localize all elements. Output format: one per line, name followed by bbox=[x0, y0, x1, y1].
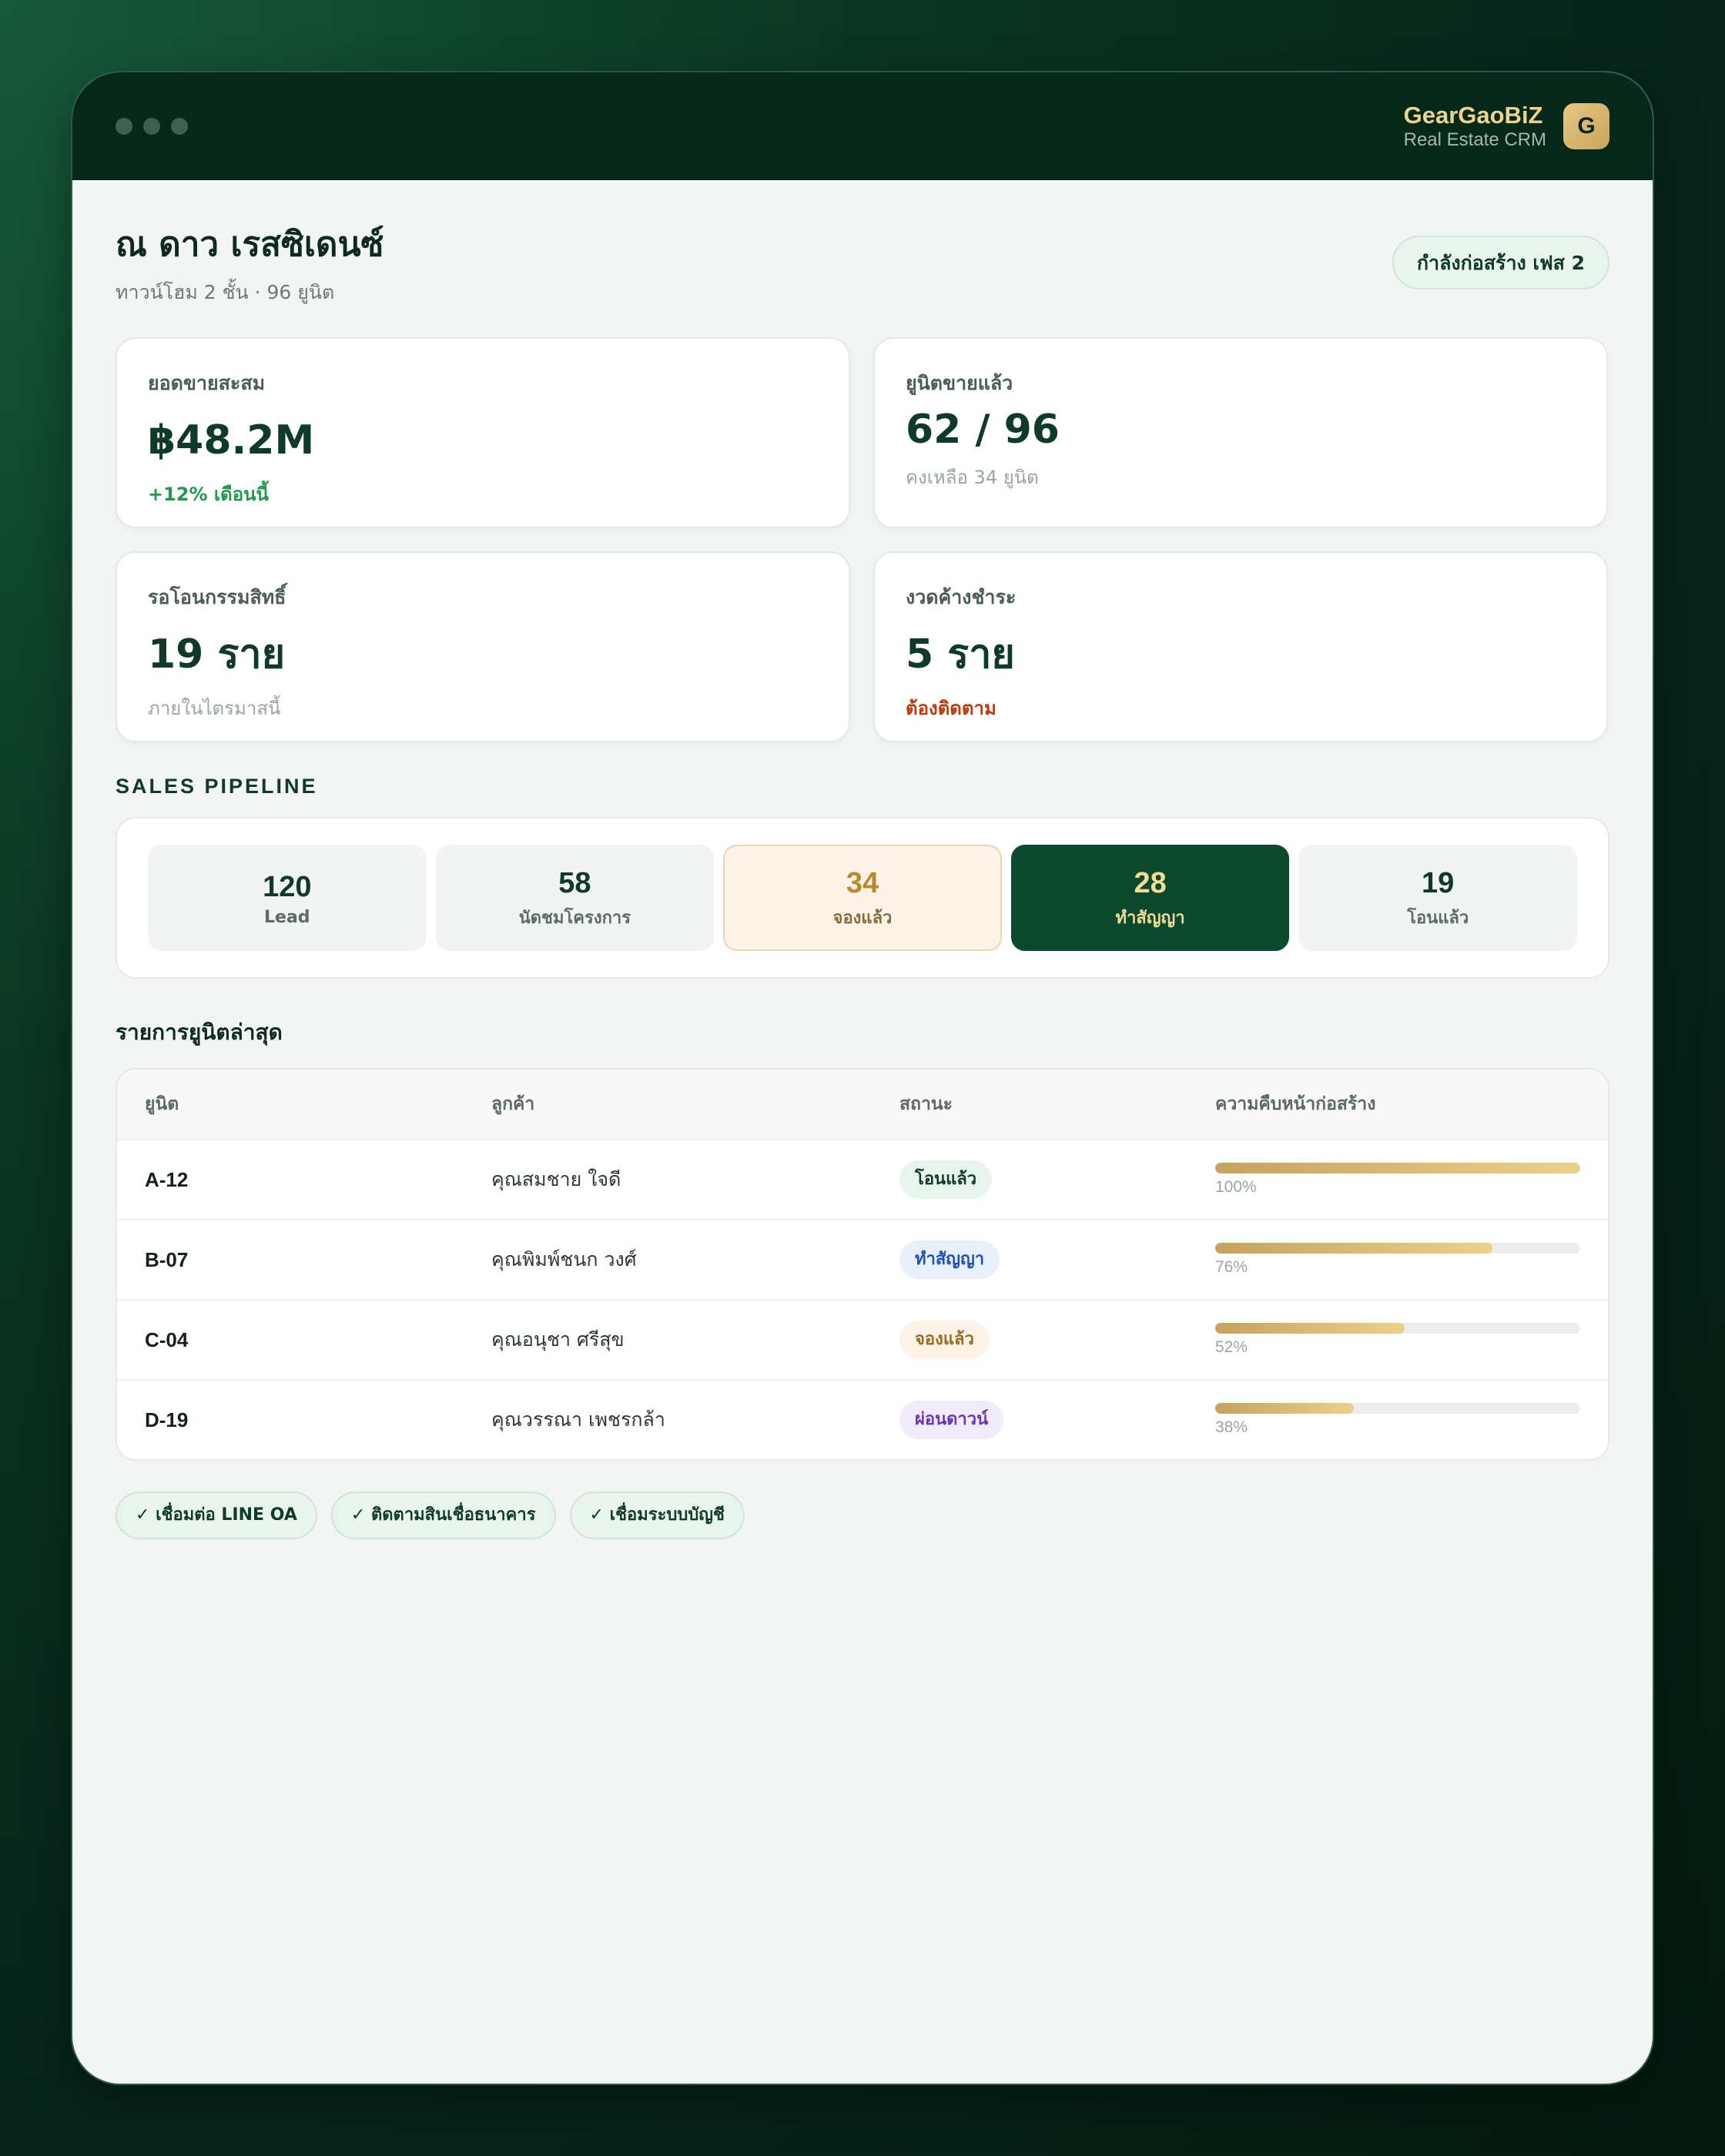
sales-pipeline: 120 Lead 58 นัดชมโครงการ 34 จองแล้ว 28 ท… bbox=[116, 817, 1609, 979]
brand-name: GearGaoBiZ bbox=[1403, 102, 1543, 129]
units-table: ยูนิต ลูกค้า สถานะ ความคืบหน้าก่อสร้าง A… bbox=[116, 1068, 1609, 1461]
stage-label: ทำสัญญา bbox=[1115, 908, 1185, 928]
stage-label: Lead bbox=[264, 907, 310, 927]
kpi-note: คงเหลือ 34 ยูนิต bbox=[906, 467, 1039, 488]
progress-fill bbox=[1215, 1403, 1355, 1414]
kpi-label: รอโอนกรรมสิทธิ์ bbox=[148, 586, 286, 608]
table-row[interactable]: C-04 คุณอนุชา ศรีสุข จองแล้ว 52% bbox=[117, 1299, 1608, 1379]
phase-status-badge: กำลังก่อสร้าง เฟส 2 bbox=[1392, 236, 1609, 290]
customer-name: คุณสมชาย ใจดี bbox=[491, 1168, 621, 1190]
table-row[interactable]: A-12 คุณสมชาย ใจดี โอนแล้ว 100% bbox=[117, 1139, 1608, 1219]
kpi-card-pending-transfer[interactable]: รอโอนกรรมสิทธิ์ 19 ราย ภายในไตรมาสนี้ bbox=[116, 551, 850, 742]
close-window-dot[interactable] bbox=[116, 118, 132, 135]
progress-percent: 38% bbox=[1215, 1418, 1248, 1436]
pipeline-stage-site-visit[interactable]: 58 นัดชมโครงการ bbox=[435, 845, 715, 951]
integration-chip-accounting[interactable]: ✓ เชื่อมระบบบัญชี bbox=[569, 1491, 745, 1539]
unit-id: C-04 bbox=[145, 1327, 189, 1351]
progress-bar bbox=[1215, 1243, 1580, 1254]
unit-id: D-19 bbox=[145, 1408, 189, 1431]
progress-percent: 100% bbox=[1215, 1178, 1257, 1196]
kpi-card-total-sales[interactable]: ยอดขายสะสม ฿48.2M +12% เดือนนี้ bbox=[116, 337, 850, 528]
kpi-value: ฿48.2M bbox=[148, 417, 315, 464]
integration-chip-bank-loan[interactable]: ✓ ติดตามสินเชื่อธนาคาร bbox=[330, 1491, 556, 1539]
kpi-card-units-sold[interactable]: ยูนิตขายแล้ว 62 / 96 คงเหลือ 34 ยูนิต bbox=[873, 337, 1608, 528]
unit-id: B-07 bbox=[145, 1247, 189, 1271]
page-subtitle: ทาวน์โฮม 2 ชั้น · 96 ยูนิต bbox=[116, 281, 335, 303]
stage-count: 19 bbox=[1422, 866, 1455, 899]
brand-subtitle: Real Estate CRM bbox=[1403, 129, 1546, 150]
kpi-value: 62 / 96 bbox=[906, 407, 1060, 453]
customer-name: คุณวรรณา เพชรกล้า bbox=[491, 1408, 665, 1431]
stage-count: 120 bbox=[263, 870, 312, 903]
title-bar: GearGaoBiZ Real Estate CRM G bbox=[72, 72, 1653, 180]
progress-bar bbox=[1215, 1163, 1580, 1173]
kpi-note: +12% เดือนนี้ bbox=[148, 484, 269, 505]
column-header-customer[interactable]: ลูกค้า bbox=[491, 1090, 899, 1118]
status-badge: โอนแล้ว bbox=[899, 1160, 993, 1199]
kpi-value: 19 ราย bbox=[148, 631, 286, 678]
customer-name: คุณพิมพ์ชนก วงศ์ bbox=[491, 1248, 637, 1270]
units-list-title: รายการยูนิตล่าสุด bbox=[116, 1019, 283, 1045]
customer-name: คุณอนุชา ศรีสุข bbox=[491, 1328, 625, 1351]
status-badge: จองแล้ว bbox=[899, 1321, 990, 1359]
stage-count: 34 bbox=[846, 866, 879, 899]
table-row[interactable]: D-19 คุณวรรณา เพชรกล้า ผ่อนดาวน์ 38% bbox=[117, 1379, 1608, 1459]
progress-percent: 76% bbox=[1215, 1258, 1248, 1276]
maximize-window-dot[interactable] bbox=[171, 118, 188, 135]
kpi-note: ภายในไตรมาสนี้ bbox=[148, 698, 281, 719]
unit-id: A-12 bbox=[145, 1167, 189, 1191]
table-header-row: ยูนิต ลูกค้า สถานะ ความคืบหน้าก่อสร้าง bbox=[117, 1070, 1608, 1139]
stage-label: จองแล้ว bbox=[832, 908, 893, 928]
stage-count: 28 bbox=[1134, 866, 1167, 899]
column-header-progress[interactable]: ความคืบหน้าก่อสร้าง bbox=[1215, 1090, 1580, 1118]
pipeline-stage-transferred[interactable]: 19 โอนแล้ว bbox=[1298, 845, 1577, 951]
progress-bar bbox=[1215, 1403, 1580, 1414]
column-header-status[interactable]: สถานะ bbox=[899, 1090, 1215, 1118]
pipeline-stage-contracted[interactable]: 28 ทำสัญญา bbox=[1010, 845, 1290, 951]
progress-fill bbox=[1215, 1323, 1405, 1334]
stage-label: นัดชมโครงการ bbox=[518, 908, 631, 928]
status-badge: ผ่อนดาวน์ bbox=[899, 1401, 1004, 1439]
minimize-window-dot[interactable] bbox=[143, 118, 160, 135]
progress-fill bbox=[1215, 1163, 1580, 1173]
kpi-label: งวดค้างชำระ bbox=[906, 586, 1017, 608]
kpi-grid: ยอดขายสะสม ฿48.2M +12% เดือนนี้ ยูนิตขาย… bbox=[116, 337, 1609, 742]
progress-percent: 52% bbox=[1215, 1338, 1248, 1356]
stage-count: 58 bbox=[558, 866, 591, 899]
progress-bar bbox=[1215, 1323, 1580, 1334]
pipeline-title: SALES PIPELINE bbox=[116, 775, 318, 798]
kpi-label: ยอดขายสะสม bbox=[148, 372, 266, 394]
avatar[interactable]: G bbox=[1563, 103, 1609, 149]
stage-label: โอนแล้ว bbox=[1407, 908, 1469, 928]
kpi-note: ต้องติดตาม bbox=[906, 698, 996, 719]
kpi-card-overdue-installments[interactable]: งวดค้างชำระ 5 ราย ต้องติดตาม bbox=[873, 551, 1608, 742]
kpi-value: 5 ราย bbox=[906, 631, 1015, 678]
integration-chip-line-oa[interactable]: ✓ เชื่อมต่อ LINE OA bbox=[116, 1491, 317, 1539]
brand: GearGaoBiZ Real Estate CRM G bbox=[1404, 102, 1609, 151]
kpi-label: ยูนิตขายแล้ว bbox=[906, 372, 1013, 394]
pipeline-stage-lead[interactable]: 120 Lead bbox=[148, 845, 427, 951]
column-header-unit[interactable]: ยูนิต bbox=[145, 1090, 491, 1118]
window-controls bbox=[116, 118, 188, 135]
pipeline-stage-booked[interactable]: 34 จองแล้ว bbox=[723, 845, 1002, 951]
app-window: GearGaoBiZ Real Estate CRM G ณ ดาว เรสซิ… bbox=[71, 71, 1654, 2085]
status-badge: ทำสัญญา bbox=[899, 1240, 1000, 1279]
table-row[interactable]: B-07 คุณพิมพ์ชนก วงศ์ ทำสัญญา 76% bbox=[117, 1219, 1608, 1299]
progress-fill bbox=[1215, 1243, 1493, 1254]
page-title: ณ ดาว เรสซิเดนซ์ bbox=[116, 225, 384, 264]
integration-chips: ✓ เชื่อมต่อ LINE OA ✓ ติดตามสินเชื่อธนาค… bbox=[116, 1491, 1609, 1539]
